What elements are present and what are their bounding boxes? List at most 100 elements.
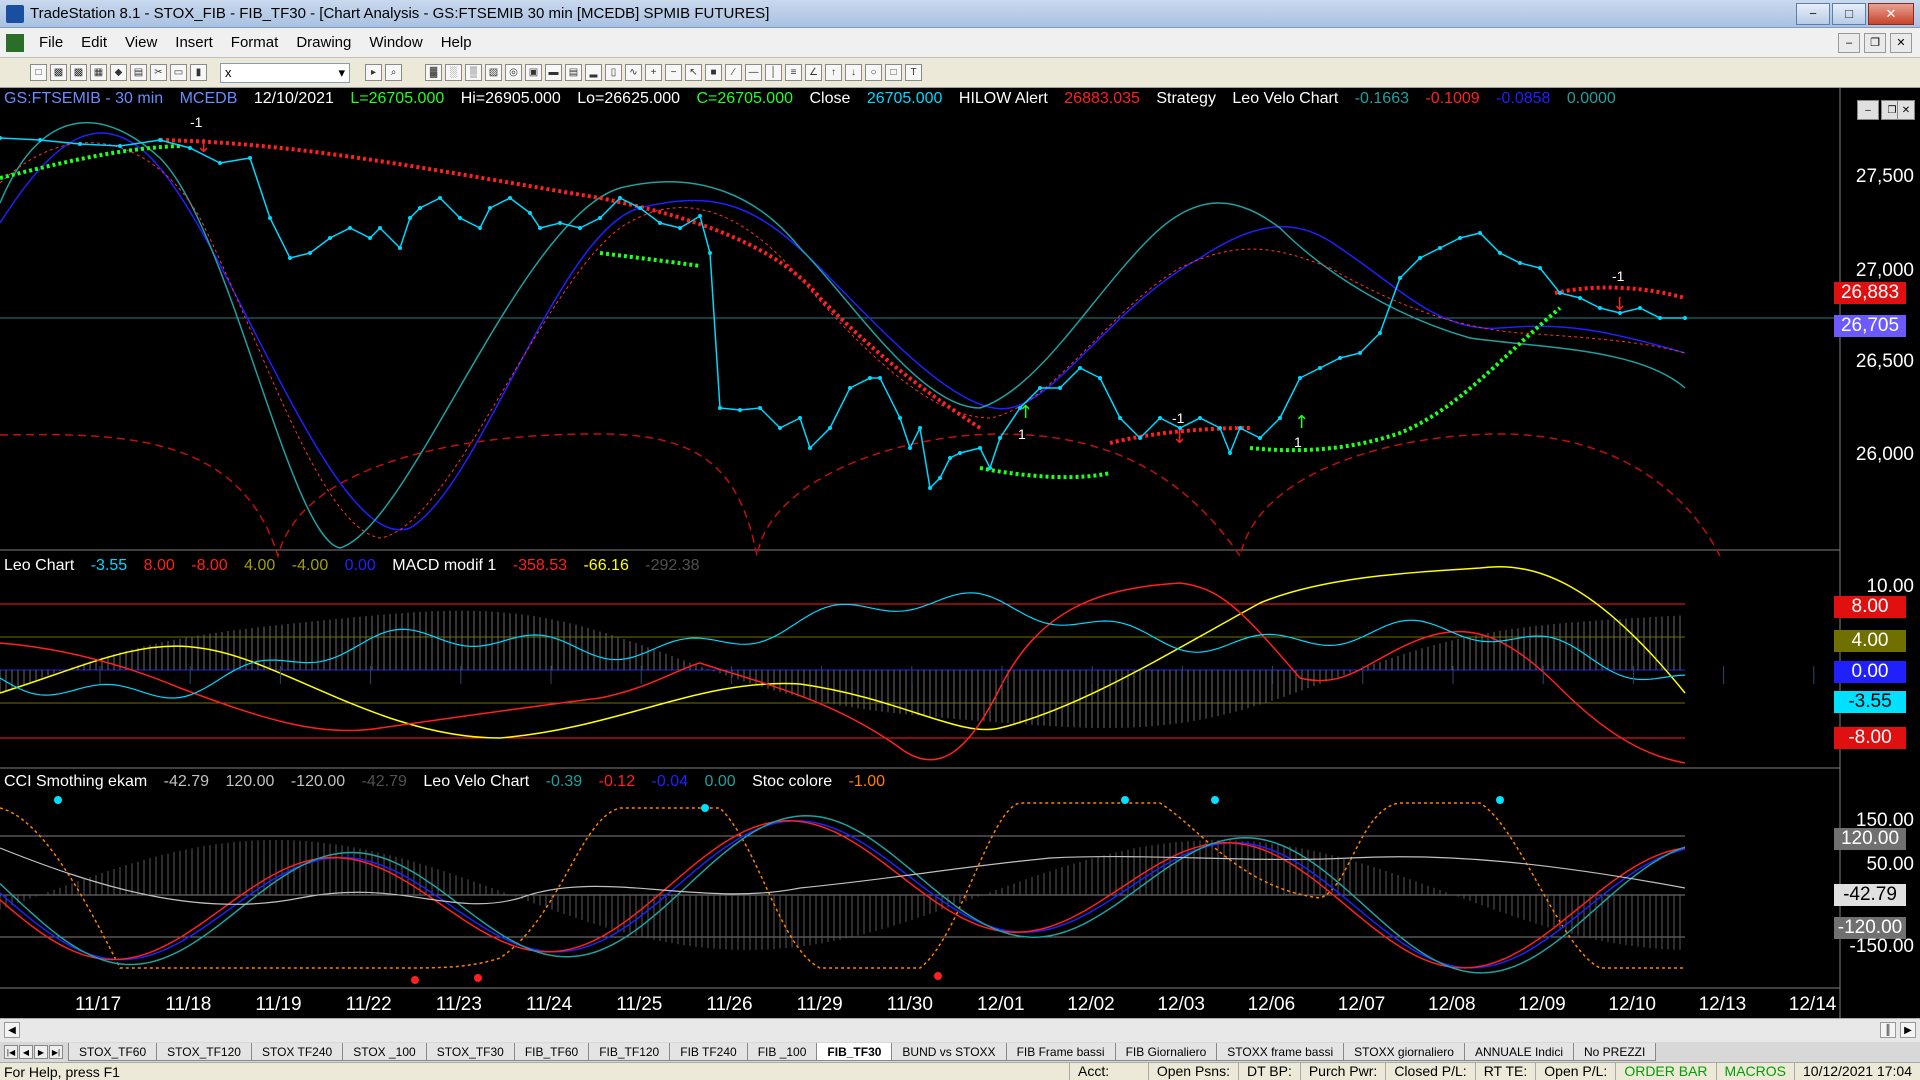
subchart-close-button[interactable]: ✕ [1897, 100, 1915, 120]
paste-icon[interactable]: ▮ [190, 64, 207, 81]
tab-fib-giornaliero[interactable]: FIB Giornaliero [1114, 1043, 1218, 1061]
menu-view[interactable]: View [116, 34, 166, 51]
mdi-minimize-button[interactable]: – [1838, 32, 1860, 53]
bar-chart-icon[interactable]: ▂ [585, 64, 602, 81]
chart-horizontal-scrollbar[interactable]: ◀ ║ ▶ [0, 1018, 1920, 1042]
tab-stoxx-frame-bassi[interactable]: STOXX frame bassi [1216, 1043, 1345, 1061]
tab-fib-tf120[interactable]: FIB_TF120 [588, 1043, 671, 1061]
price-dot [1218, 426, 1222, 430]
open-icon[interactable]: ▩ [50, 64, 67, 81]
tab-fib-frame-bassi[interactable]: FIB Frame bassi [1005, 1043, 1116, 1061]
data-tips-icon[interactable]: ■ [705, 64, 722, 81]
horizontal-line-icon[interactable]: — [745, 64, 762, 81]
date-label: 12/07 [1337, 994, 1386, 1015]
chart-analysis-window[interactable]: ↓ ↑ ↓ ↑ ↓ GS:FTSEMIB - 30 min MCEDB 12/10/20… [0, 88, 1920, 1018]
order-bar-toggle[interactable]: ORDER BAR [1615, 1063, 1715, 1080]
text-icon[interactable]: T [905, 64, 922, 81]
tab-next-icon[interactable]: ▶ [34, 1045, 48, 1059]
subchart-minimize-button[interactable]: – [1857, 100, 1879, 120]
menu-drawing[interactable]: Drawing [287, 34, 360, 51]
menu-window[interactable]: Window [360, 34, 431, 51]
symbol-input[interactable]: x ▾ [220, 62, 350, 83]
arrow-down-icon[interactable]: ↓ [845, 64, 862, 81]
gann-fan-icon[interactable]: ∠ [805, 64, 822, 81]
tab-stox-tf120[interactable]: STOX_TF120 [156, 1043, 252, 1061]
arrow-up-icon[interactable]: ↑ [825, 64, 842, 81]
mdi-close-button[interactable]: ✕ [1890, 32, 1912, 53]
macros-toggle[interactable]: MACROS [1715, 1063, 1794, 1080]
close-value: C=26705.000 [696, 90, 793, 107]
scroll-left-icon[interactable]: ◀ [4, 1022, 20, 1038]
menu-edit[interactable]: Edit [72, 34, 116, 51]
candle-icon[interactable]: ▯ [605, 64, 622, 81]
tab-last-icon[interactable]: ▶| [49, 1045, 63, 1059]
price-dot [808, 446, 812, 450]
ellipse-icon[interactable]: ○ [865, 64, 882, 81]
close-study-value: 26705.000 [866, 90, 943, 107]
options-icon[interactable]: ▣ [525, 64, 542, 81]
minimize-button[interactable]: − [1796, 2, 1830, 25]
scanner-icon[interactable]: ◎ [505, 64, 522, 81]
leo-tick-4: 4.00 [1834, 630, 1906, 652]
order-bar-icon[interactable]: ▬ [545, 64, 562, 81]
new-icon[interactable]: □ [30, 64, 47, 81]
chart-document-icon[interactable] [6, 33, 24, 52]
buy-arrow-icon: ↑ [1018, 402, 1033, 423]
trend-line-icon[interactable]: ∕ [725, 64, 742, 81]
lock-icon[interactable]: ◆ [110, 64, 127, 81]
price-dot [618, 196, 622, 200]
pointer-icon[interactable]: ↖ [685, 64, 702, 81]
chart-canvas[interactable]: ↓ ↑ ↓ ↑ ↓ [0, 88, 1920, 1018]
zoom-in-icon[interactable]: + [645, 64, 662, 81]
cut-icon[interactable]: ✂ [150, 64, 167, 81]
zoom-out-icon[interactable]: − [665, 64, 682, 81]
cci-tick-50: 50.00 [1866, 854, 1914, 875]
tab-annuale-indici[interactable]: ANNUALE Indici [1463, 1043, 1574, 1061]
print-icon[interactable]: ▤ [130, 64, 147, 81]
close-button[interactable]: ✕ [1868, 2, 1914, 25]
menu-file[interactable]: File [30, 34, 72, 51]
tab-fib-tf60[interactable]: FIB_TF60 [513, 1043, 590, 1061]
fibonacci-icon[interactable]: ≡ [785, 64, 802, 81]
scroll-thumb[interactable]: ║ [1880, 1022, 1896, 1038]
line-chart-icon[interactable]: ∿ [625, 64, 642, 81]
price-dot [798, 416, 802, 420]
copy-icon[interactable]: ▭ [170, 64, 187, 81]
open-workspace-icon[interactable]: ▩ [70, 64, 87, 81]
scroll-right-icon[interactable]: ▶ [1900, 1022, 1916, 1038]
tab-no-prezzi[interactable]: No PREZZI [1572, 1043, 1657, 1061]
radar-screen-icon[interactable]: ░ [445, 64, 462, 81]
matrix-icon[interactable]: ▒ [465, 64, 482, 81]
go-arrow-icon[interactable]: ▸ [365, 64, 382, 81]
rectangle-icon[interactable]: □ [885, 64, 902, 81]
tab-first-icon[interactable]: |◀ [4, 1045, 18, 1059]
chevron-down-icon[interactable]: ▾ [338, 65, 345, 81]
mdi-restore-button[interactable]: ❐ [1864, 32, 1886, 53]
menu-format[interactable]: Format [222, 34, 288, 51]
symbol-lookup-icon[interactable]: ⌕ [385, 64, 402, 81]
tab-fib-100[interactable]: FIB _100 [746, 1043, 818, 1061]
price-dot [998, 436, 1002, 440]
price-dot [38, 138, 42, 142]
tab-stox-tf240[interactable]: STOX TF240 [250, 1043, 344, 1061]
dt-bp-field: DT BP: [1237, 1063, 1300, 1080]
maximize-button[interactable]: □ [1832, 2, 1866, 25]
tab-fib-tf30[interactable]: FIB_TF30 [816, 1043, 893, 1061]
tab-stox-tf30[interactable]: STOX_TF30 [425, 1043, 515, 1061]
tab-stox-100[interactable]: STOX _100 [342, 1043, 427, 1061]
time-sales-icon[interactable]: ▧ [485, 64, 502, 81]
tab-prev-icon[interactable]: ◀ [19, 1045, 33, 1059]
vertical-line-icon[interactable]: │ [765, 64, 782, 81]
price-dot [1078, 366, 1082, 370]
tab-bund-vs-stoxx[interactable]: BUND vs STOXX [891, 1043, 1007, 1061]
menu-help[interactable]: Help [432, 34, 481, 51]
tab-stoxx-giornaliero[interactable]: STOXX giornaliero [1343, 1043, 1465, 1061]
tab-fib-tf240[interactable]: FIB TF240 [669, 1043, 748, 1061]
menu-insert[interactable]: Insert [166, 34, 222, 51]
price-dot [1228, 451, 1232, 455]
save-icon[interactable]: ▦ [90, 64, 107, 81]
price-dot [1398, 276, 1402, 280]
tab-stox-tf60[interactable]: STOX_TF60 [68, 1043, 158, 1061]
news-icon[interactable]: ▤ [565, 64, 582, 81]
chart-analysis-icon[interactable]: ▓ [425, 64, 442, 81]
